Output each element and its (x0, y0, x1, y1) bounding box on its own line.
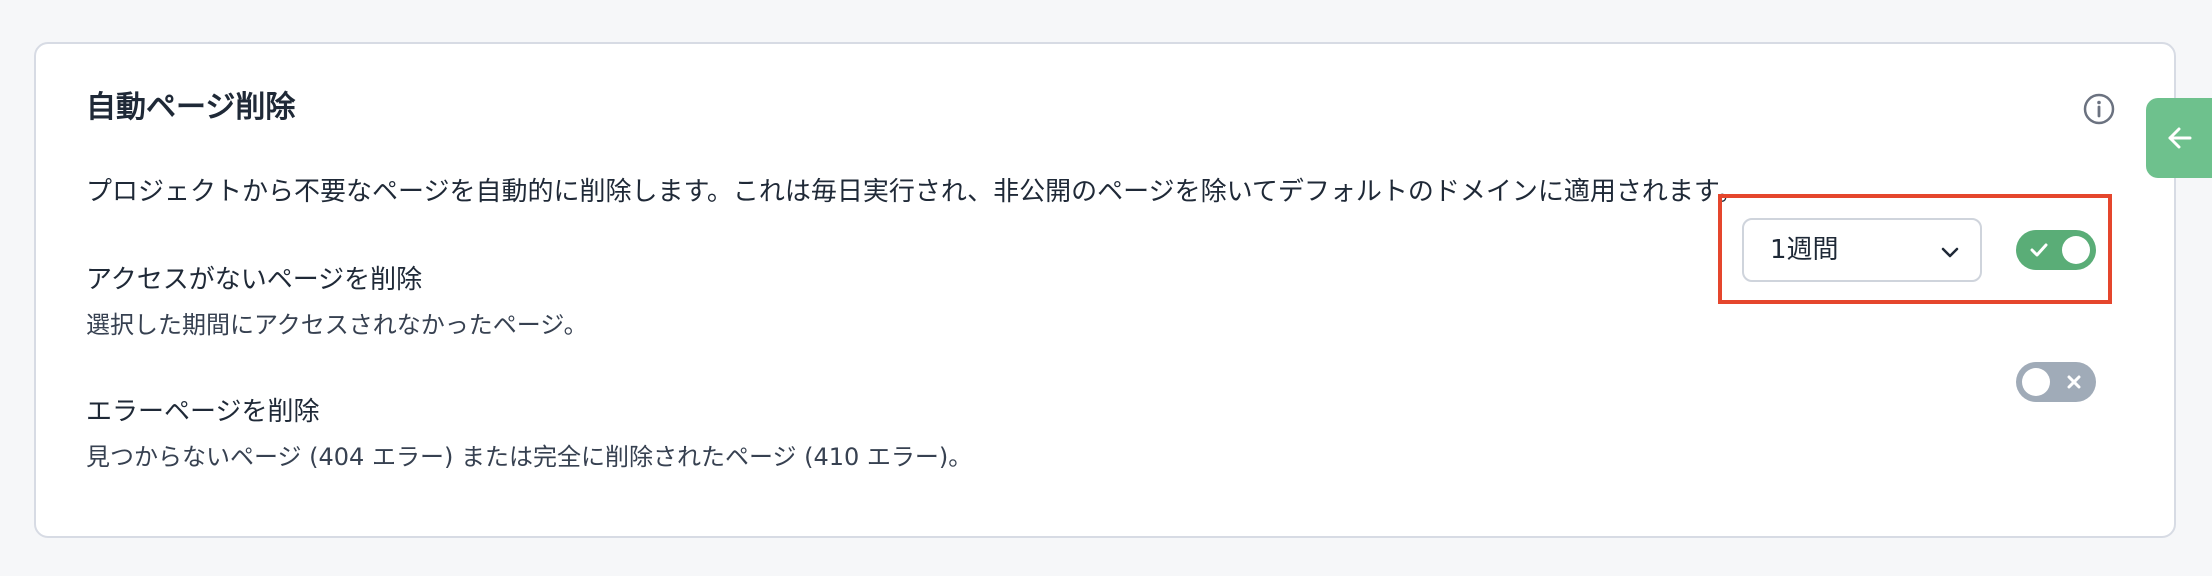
setting-title-no-access: アクセスがないページを削除 (86, 265, 423, 295)
chevron-down-icon (1941, 247, 1959, 258)
section-title: 自動ページ削除 (86, 90, 296, 125)
side-panel-tab[interactable] (2146, 98, 2212, 178)
check-icon (2030, 243, 2048, 257)
error-pages-toggle[interactable] (2016, 362, 2096, 402)
setting-title-error-pages: エラーページを削除 (86, 397, 320, 427)
section-description: プロジェクトから不要なページを自動的に削除します。これは毎日実行され、非公開のペ… (86, 177, 1744, 207)
setting-description-no-access: 選択した期間にアクセスされなかったページ。 (86, 311, 588, 339)
arrow-left-icon (2168, 127, 2192, 149)
toggle-knob (2022, 368, 2050, 396)
period-select[interactable]: 1週間 (1742, 218, 1982, 282)
no-access-pages-toggle[interactable] (2016, 230, 2096, 270)
setting-description-error-pages: 見つからないページ (404 エラー) または完全に削除されたページ (410 … (86, 443, 973, 471)
close-icon (2067, 375, 2081, 389)
toggle-knob (2062, 236, 2090, 264)
info-icon[interactable] (2082, 92, 2116, 126)
period-select-value: 1週間 (1770, 235, 1839, 265)
